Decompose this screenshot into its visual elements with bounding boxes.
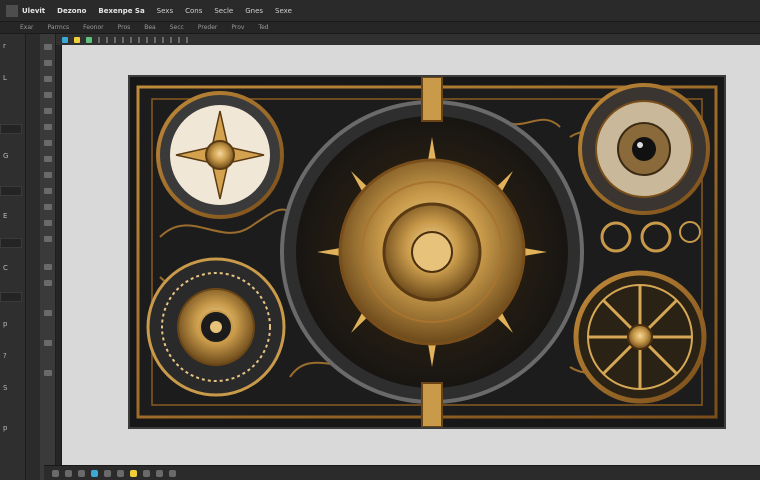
canvas-area[interactable] [62, 45, 760, 465]
left-panel-label-2: L [3, 74, 7, 82]
left-panel-field[interactable] [0, 238, 22, 248]
stamp-tool-icon[interactable] [44, 124, 52, 130]
left-panel-label-3: G [3, 152, 9, 160]
left-panel-label-6: p [3, 320, 8, 328]
option-1[interactable]: Exar [20, 24, 34, 31]
menu-item-3[interactable]: Bexenpe Sa [98, 7, 144, 15]
blue-status-icon[interactable] [91, 469, 98, 477]
screen-mode-icon[interactable] [44, 340, 52, 346]
menu-item-5[interactable]: Cons [185, 7, 202, 15]
option-5[interactable]: Bea [144, 24, 155, 31]
brush-tool-icon[interactable] [44, 108, 52, 114]
menu-item-6[interactable]: Secle [214, 7, 233, 15]
background-color-icon[interactable] [44, 280, 52, 286]
option-6[interactable]: Secc [170, 24, 184, 31]
foreground-color-icon[interactable] [44, 264, 52, 270]
left-panel-label-7: ? [3, 352, 7, 360]
strip-tick-icon[interactable] [146, 36, 148, 43]
left-panel: r L G E C p ? S p [0, 34, 26, 480]
ornamental-artwork [136, 76, 718, 428]
status-icon[interactable] [65, 469, 72, 477]
option-8[interactable]: Prov [231, 24, 244, 31]
green-swatch-icon[interactable] [86, 36, 92, 43]
strip-tick-icon[interactable] [178, 36, 180, 43]
status-icon[interactable] [156, 469, 163, 477]
left-panel-label-8: S [3, 384, 8, 392]
strip-tick-icon[interactable] [186, 36, 188, 43]
status-icon[interactable] [104, 469, 111, 477]
option-9[interactable]: Ted [258, 24, 268, 31]
option-7[interactable]: Preder [198, 24, 218, 31]
select-tool-icon[interactable] [44, 60, 52, 66]
gradient-tool-icon[interactable] [44, 156, 52, 162]
menu-item-2[interactable]: Dezono [57, 7, 86, 15]
yellow-swatch-icon[interactable] [74, 36, 80, 43]
status-icon[interactable] [52, 469, 59, 477]
blue-swatch-icon[interactable] [62, 36, 68, 43]
strip-tick-icon[interactable] [114, 36, 116, 43]
options-bar: Exar Parmcs Feonor Pros Bea Secc Preder … [0, 22, 760, 34]
artboard[interactable] [128, 75, 726, 429]
strip-tick-icon[interactable] [162, 36, 164, 43]
strip-tick-icon[interactable] [170, 36, 172, 43]
strip-tick-icon[interactable] [154, 36, 156, 43]
left-panel-label-1: r [3, 42, 6, 50]
left-panel-label-4: E [3, 212, 8, 220]
extra-tool-icon[interactable] [44, 370, 52, 376]
strip-tick-icon[interactable] [122, 36, 124, 43]
menu-item-8[interactable]: Sexe [275, 7, 292, 15]
status-icon[interactable] [117, 469, 124, 477]
menu-item-4[interactable]: Sexs [157, 7, 173, 15]
left-panel-field[interactable] [0, 292, 22, 302]
lasso-tool-icon[interactable] [44, 76, 52, 82]
strip-tick-icon[interactable] [106, 36, 108, 43]
left-panel-label-9: p [3, 424, 8, 432]
strip-tick-icon[interactable] [138, 36, 140, 43]
zoom-tool-icon[interactable] [44, 236, 52, 242]
tools-panel [40, 34, 56, 480]
menu-item-1[interactable]: Ulevit [22, 7, 45, 15]
tool-strip [44, 34, 760, 45]
shape-tool-icon[interactable] [44, 204, 52, 210]
menu-bar: Ulevit Dezono Bexenpe Sa Sexs Cons Secle… [0, 0, 760, 22]
option-4[interactable]: Pros [118, 24, 131, 31]
hand-tool-icon[interactable] [44, 220, 52, 226]
mask-tool-icon[interactable] [44, 310, 52, 316]
strip-tick-icon[interactable] [98, 36, 100, 43]
left-panel-label-5: C [3, 264, 8, 272]
left-panel-field[interactable] [0, 186, 22, 196]
eraser-tool-icon[interactable] [44, 140, 52, 146]
strip-tick-icon[interactable] [130, 36, 132, 43]
move-tool-icon[interactable] [44, 44, 52, 50]
yellow-status-icon[interactable] [130, 469, 137, 477]
option-3[interactable]: Feonor [83, 24, 103, 31]
status-bar [44, 465, 760, 480]
type-tool-icon[interactable] [44, 188, 52, 194]
menu-item-7[interactable]: Gnes [245, 7, 263, 15]
status-icon[interactable] [143, 469, 150, 477]
status-icon[interactable] [169, 469, 176, 477]
pen-tool-icon[interactable] [44, 172, 52, 178]
crop-tool-icon[interactable] [44, 92, 52, 98]
left-panel-field[interactable] [0, 124, 22, 134]
option-2[interactable]: Parmcs [48, 24, 70, 31]
status-icon[interactable] [78, 469, 85, 477]
app-icon[interactable] [6, 4, 18, 17]
